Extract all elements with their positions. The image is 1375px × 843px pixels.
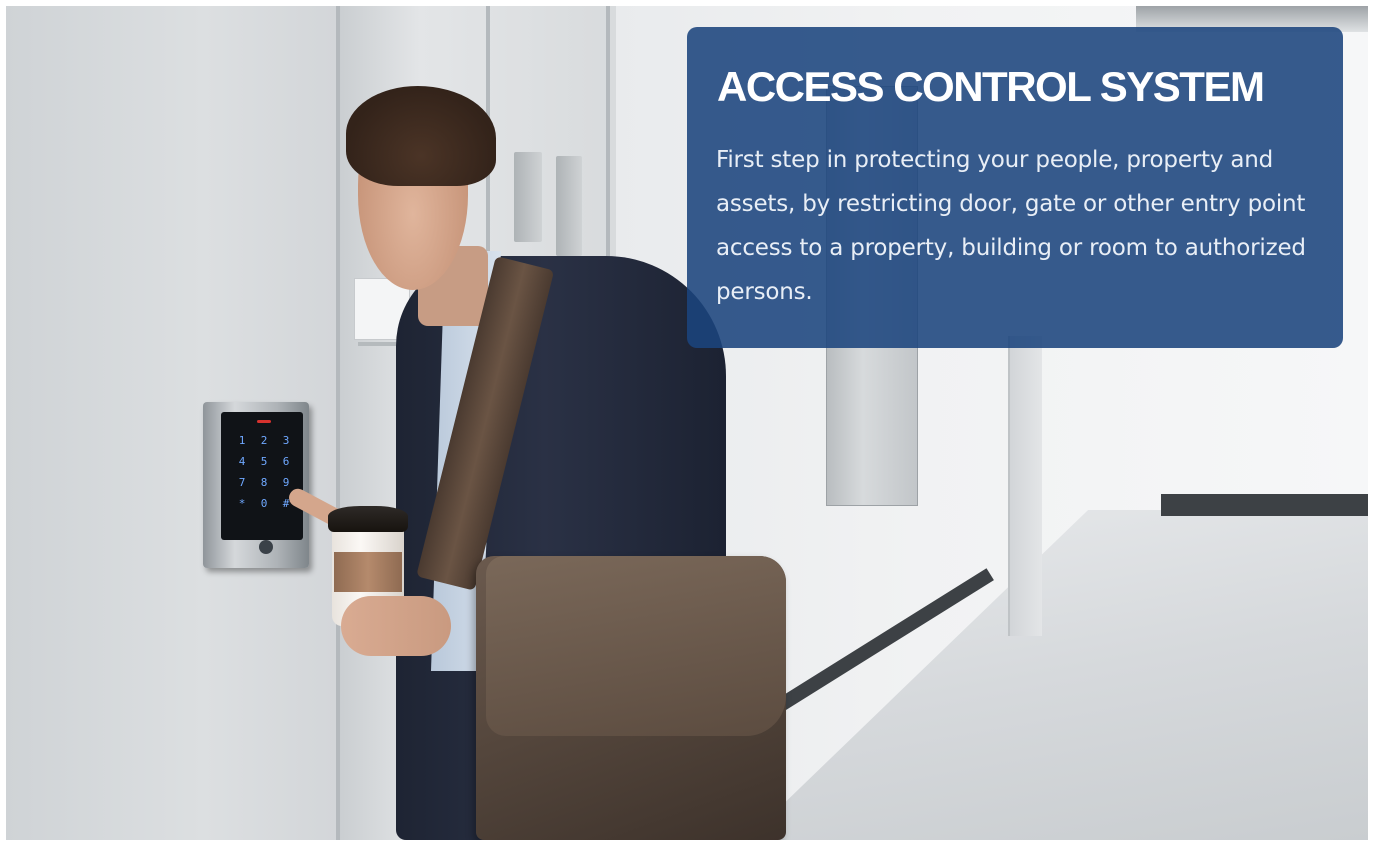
bag-flap bbox=[486, 556, 786, 736]
hero-photo: 1 2 3 4 5 6 7 8 9 * 0 # ACCESS CONTROL S… bbox=[6, 6, 1368, 840]
banner-description: First step in protecting your people, pr… bbox=[716, 147, 1306, 305]
hair bbox=[346, 86, 496, 186]
info-banner: ACCESS CONTROL SYSTEM First step in prot… bbox=[687, 27, 1343, 348]
access-keypad: 1 2 3 4 5 6 7 8 9 * 0 # bbox=[203, 402, 309, 568]
cup-sleeve bbox=[334, 552, 402, 592]
keypad-key: * bbox=[238, 497, 246, 510]
far-door bbox=[1008, 336, 1042, 636]
keypad-keys: 1 2 3 4 5 6 7 8 9 * 0 # bbox=[231, 434, 297, 510]
keypad-key: 4 bbox=[238, 455, 246, 468]
rfid-reader-icon bbox=[259, 540, 273, 554]
keypad-key: 7 bbox=[238, 476, 246, 489]
keypad-key: 6 bbox=[282, 455, 290, 468]
keypad-key: 2 bbox=[260, 434, 268, 447]
keypad-key: 0 bbox=[260, 497, 268, 510]
keypad-key: 1 bbox=[238, 434, 246, 447]
keypad-key: 8 bbox=[260, 476, 268, 489]
banner-title: ACCESS CONTROL SYSTEM bbox=[717, 63, 1265, 110]
keypad-panel: 1 2 3 4 5 6 7 8 9 * 0 # bbox=[221, 412, 303, 540]
cup-lid bbox=[328, 506, 408, 532]
status-led-icon bbox=[257, 420, 271, 423]
hand bbox=[341, 596, 451, 656]
keypad-key: 9 bbox=[282, 476, 290, 489]
keypad-key: 3 bbox=[282, 434, 290, 447]
baseboard bbox=[1161, 494, 1368, 516]
keypad-key: 5 bbox=[260, 455, 268, 468]
